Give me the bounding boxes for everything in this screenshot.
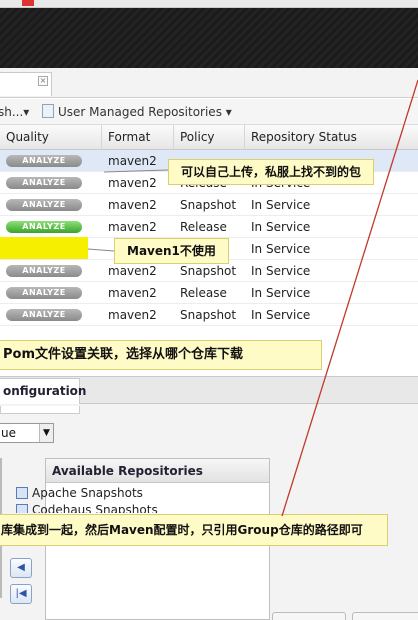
annotation-lines [87, 79, 418, 517]
nexus-repositories-window: × sh...▾ User Managed Repositories ▾ Qua… [0, 0, 418, 620]
